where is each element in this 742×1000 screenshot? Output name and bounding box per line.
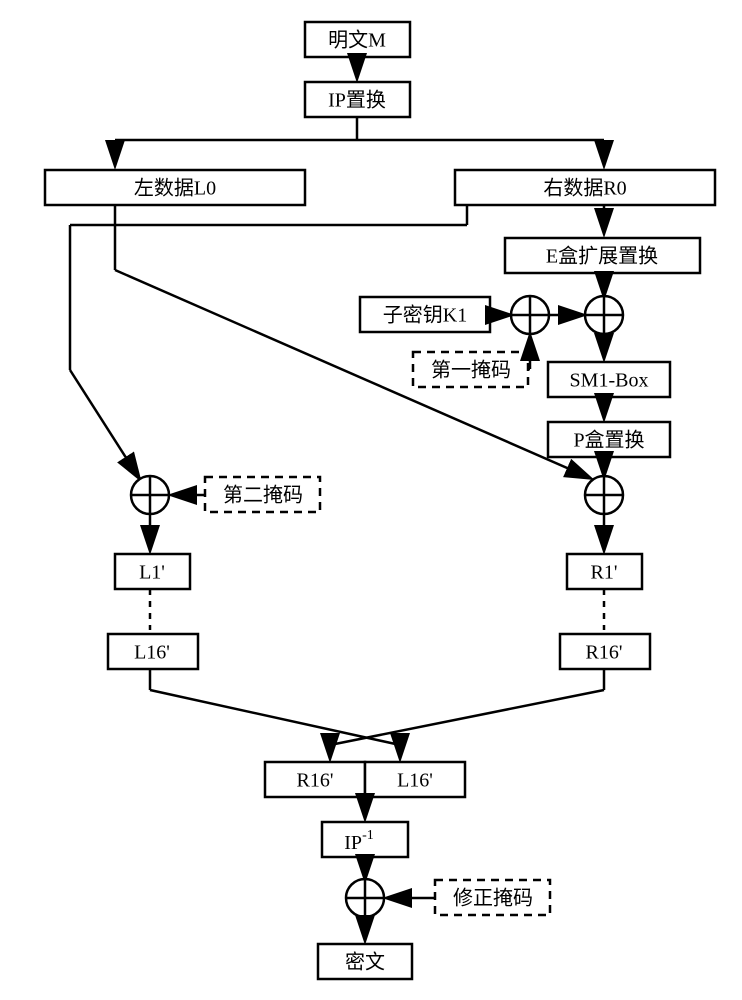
l16p-swap-label: L16': [397, 770, 433, 792]
r1p-label: R1': [591, 562, 618, 584]
plaintext-label: 明文M: [328, 29, 386, 52]
mask1-label: 第一掩码: [431, 359, 511, 382]
des-diagram: 明文M IP置换 左数据L0 右数据R0 E盒扩展置换 子密钥K1 第一掩码 S…: [0, 0, 742, 1000]
subkey-label: 子密钥K1: [383, 304, 467, 327]
r16p-swap-label: R16': [297, 770, 334, 792]
r0-label: 右数据R0: [543, 177, 626, 200]
r16p-label: R16': [586, 642, 623, 664]
mask2-label: 第二掩码: [223, 484, 303, 507]
xor-ebox: [585, 296, 623, 334]
cipher-label: 密文: [345, 951, 385, 974]
l0-label: 左数据L0: [134, 177, 216, 200]
corrmask-label: 修正掩码: [453, 887, 533, 910]
xor-right: [585, 476, 623, 514]
ip-label: IP置换: [328, 89, 386, 112]
xor-corr: [346, 879, 384, 917]
xor-subkey: [511, 296, 549, 334]
l1p-label: L1': [139, 562, 165, 584]
l16p-label: L16': [134, 642, 170, 664]
pbox-label: P盒置换: [573, 429, 644, 452]
ebox-label: E盒扩展置换: [546, 245, 658, 268]
xor-left: [131, 476, 169, 514]
sm1-label: SM1-Box: [570, 370, 649, 392]
